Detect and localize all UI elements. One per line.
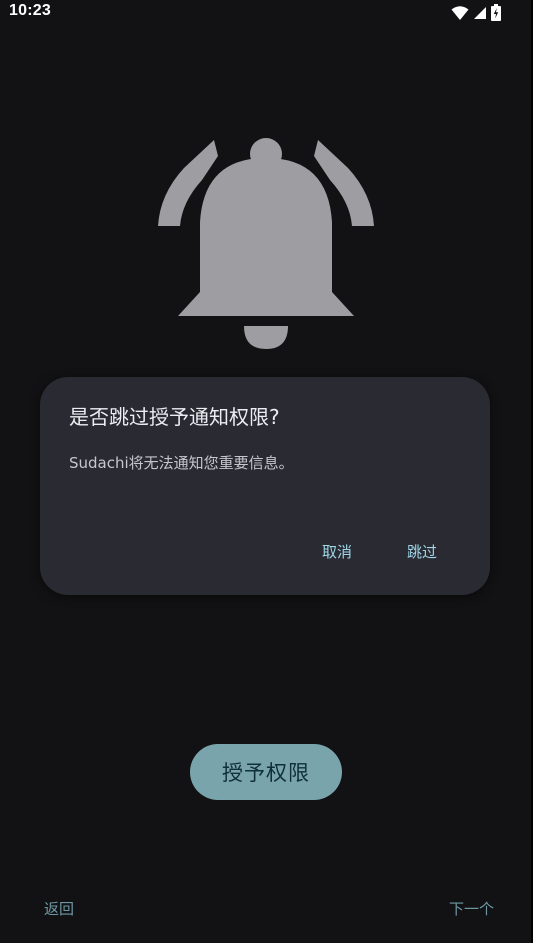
- setup-screen: 10:23 是否跳过授予通知权限? Sudachi将无法通知您重要信息。 取消 …: [0, 0, 531, 943]
- skip-permission-dialog: 是否跳过授予通知权限? Sudachi将无法通知您重要信息。 取消 跳过: [40, 377, 490, 595]
- cancel-button[interactable]: 取消: [314, 537, 360, 573]
- skip-button[interactable]: 跳过: [399, 537, 445, 573]
- dialog-title: 是否跳过授予通知权限?: [69, 405, 280, 429]
- dialog-message: Sudachi将无法通知您重要信息。: [69, 454, 294, 472]
- next-button[interactable]: 下一个: [449, 898, 494, 919]
- back-button[interactable]: 返回: [44, 898, 74, 919]
- grant-permission-button[interactable]: 授予权限: [190, 744, 342, 800]
